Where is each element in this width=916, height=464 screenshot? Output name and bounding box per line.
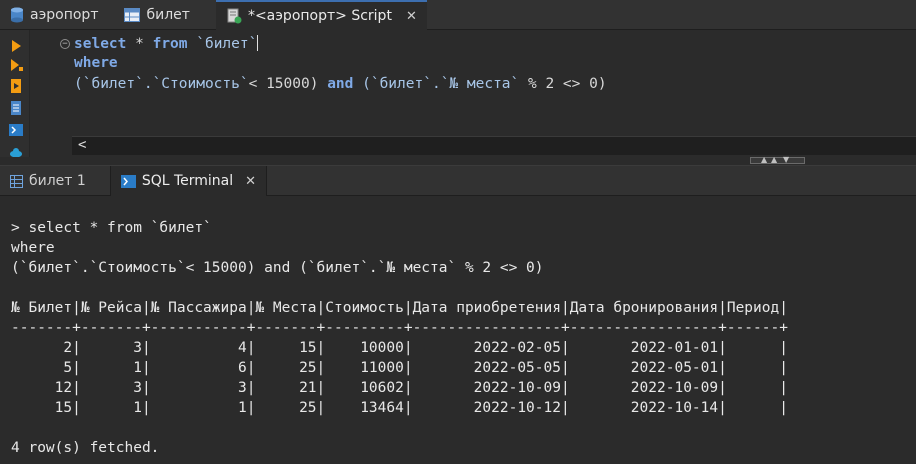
database-icon: [11, 7, 23, 23]
sql-terminal-output[interactable]: > select * from `билет` where (`билет`.`…: [0, 196, 916, 464]
table-row: 12| 3| 3| 21| 10602| 2022-10-09| 2022-10…: [11, 380, 788, 396]
tab-label: билет 1: [29, 173, 86, 189]
tab-label: билет: [146, 7, 190, 23]
tab-result-ticket[interactable]: билет 1: [0, 166, 96, 196]
terminal-line: (`билет`.`Стоимость`< 15000) and (`билет…: [11, 260, 544, 276]
terminal-line: where: [11, 240, 55, 256]
table-icon: [124, 8, 141, 22]
terminal-line: > select * from `билет`: [11, 220, 212, 236]
chevron-down-icon[interactable]: ▼: [783, 155, 789, 164]
terminal-icon: [120, 174, 136, 188]
grid-icon: [10, 174, 23, 188]
editor-toolbar: [0, 30, 30, 160]
execute-icon[interactable]: [8, 38, 24, 54]
sql-editor[interactable]: − select * from `билет` where (`билет`.`…: [56, 30, 916, 136]
table-separator-row: -------+-------+-----------+-------+----…: [11, 320, 788, 336]
explain-plan-icon[interactable]: [8, 100, 24, 116]
tab-label: аэропорт: [30, 7, 99, 23]
tab-ticket-table[interactable]: билет: [108, 0, 199, 30]
execute-new-tab-icon[interactable]: [8, 57, 24, 73]
close-icon[interactable]: ✕: [245, 174, 256, 189]
code-line-2: where: [74, 55, 118, 71]
script-icon: [227, 8, 242, 24]
table-row: 2| 3| 4| 15| 10000| 2022-02-05| 2022-01-…: [11, 340, 788, 356]
text-cursor: [257, 35, 259, 51]
tab-script[interactable]: *<аэропорт> Script ✕: [215, 0, 427, 30]
tab-sql-terminal[interactable]: SQL Terminal ✕: [109, 166, 268, 196]
code-line-3: (`билет`.`Стоимость`< 15000) and (`билет…: [74, 76, 607, 92]
panel-splitter[interactable]: ▲ ▲ ▼: [0, 155, 916, 166]
close-icon[interactable]: ✕: [406, 9, 417, 24]
horizontal-scrollbar[interactable]: <: [72, 136, 916, 155]
tab-label: SQL Terminal: [141, 173, 234, 189]
editor-tab-bar: аэропорт билет *<аэропорт> Script ✕: [0, 0, 916, 30]
tab-label: *<аэропорт> Script: [247, 8, 392, 24]
chevron-up-icon[interactable]: ▲: [771, 155, 777, 164]
chevron-up-icon[interactable]: ▲: [761, 155, 767, 164]
terminal-icon[interactable]: [8, 122, 24, 138]
result-tab-bar: билет 1 SQL Terminal ✕: [0, 166, 916, 196]
code-line-1: select * from `билет`: [74, 35, 259, 52]
execute-script-icon[interactable]: [8, 78, 24, 94]
scroll-left-icon[interactable]: <: [78, 137, 86, 153]
table-row: 5| 1| 6| 25| 11000| 2022-05-05| 2022-05-…: [11, 360, 788, 376]
splitter-handle[interactable]: ▲ ▲ ▼: [750, 155, 805, 164]
fold-toggle-icon[interactable]: −: [60, 39, 70, 49]
table-header-row: № Билет|№ Рейса|№ Пассажира|№ Места|Стои…: [11, 300, 788, 316]
fetch-status: 4 row(s) fetched.: [11, 440, 160, 456]
table-row: 15| 1| 1| 25| 13464| 2022-10-12| 2022-10…: [11, 400, 788, 416]
tab-airport-db[interactable]: аэропорт: [0, 0, 108, 30]
